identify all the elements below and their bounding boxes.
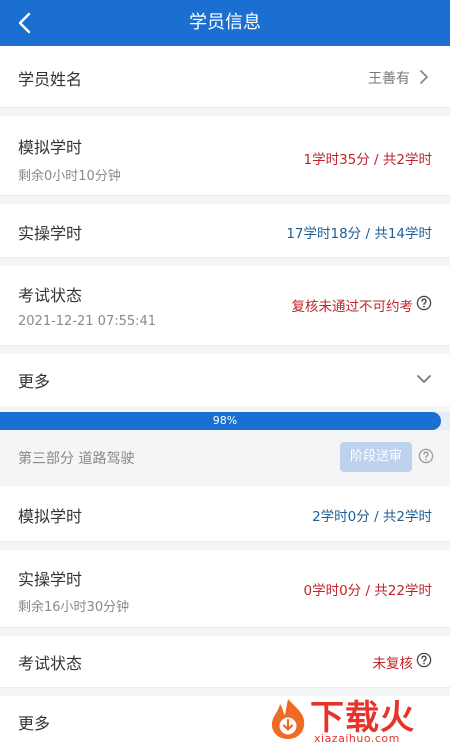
exam-status-value: 复核未通过不可约考 (291, 299, 414, 315)
practical-hours-remaining-2: 剩余16小时30分钟 (18, 600, 130, 615)
exam-status-row-2: 考试状态 未复核 (0, 636, 450, 688)
stage-submit-button[interactable]: 阶段送审 (340, 442, 412, 472)
exam-status-time: 2021-12-21 07:55:41 (18, 314, 157, 329)
sim-hours-label-2: 模拟学时 (18, 507, 83, 526)
page-title: 学员信息 (189, 12, 261, 33)
question-icon-2[interactable] (416, 652, 432, 668)
student-name-row[interactable]: 学员姓名 王善有 (0, 46, 450, 108)
sim-hours-row-2: 模拟学时 2学时0分 / 共2学时 (0, 486, 450, 542)
section-title: 第三部分 道路驾驶 (18, 451, 135, 467)
more-row[interactable]: 更多 (0, 354, 450, 406)
exam-status-row: 考试状态 2021-12-21 07:55:41 复核未通过不可约考 (0, 266, 450, 346)
sim-hours-value-2: 2学时0分 / 共2学时 (312, 509, 432, 525)
sim-hours-remaining: 剩余0小时10分钟 (18, 169, 121, 184)
practical-hours-row: 实操学时 17学时18分 / 共14学时 (0, 204, 450, 258)
more-label-2: 更多 (18, 714, 51, 733)
practical-hours-label: 实操学时 (18, 224, 83, 243)
practical-hours-value: 17学时18分 / 共14学时 (286, 226, 432, 242)
sim-hours-row: 模拟学时 剩余0小时10分钟 1学时35分 / 共2学时 (0, 116, 450, 196)
section-header: 第三部分 道路驾驶 阶段送审 (0, 432, 450, 482)
exam-status-label-2: 考试状态 (18, 654, 83, 673)
flame-logo-icon (271, 699, 305, 739)
progress-bar: 98% (0, 412, 450, 430)
chevron-down-icon (417, 375, 431, 383)
practical-hours-row-2: 实操学时 剩余16小时30分钟 0学时0分 / 共22学时 (0, 550, 450, 628)
student-name-value: 王善有 (368, 71, 410, 87)
student-name-label: 学员姓名 (18, 70, 83, 89)
top-bar: 学员信息 (0, 0, 450, 46)
practical-hours-value-2: 0学时0分 / 共22学时 (303, 583, 433, 599)
progress-text: 98% (212, 414, 238, 427)
exam-status-label: 考试状态 (18, 286, 83, 305)
practical-hours-label-2: 实操学时 (18, 570, 83, 589)
chevron-right-icon (420, 70, 428, 84)
exam-status-value-2: 未复核 (372, 656, 414, 672)
question-icon[interactable] (416, 295, 432, 311)
sim-hours-label: 模拟学时 (18, 138, 83, 157)
help-icon[interactable] (418, 448, 434, 464)
sim-hours-value: 1学时35分 / 共2学时 (303, 152, 433, 168)
watermark-logo: 下载火 xiazaihuo.com (262, 690, 450, 750)
more-label: 更多 (18, 372, 51, 391)
watermark-url: xiazaihuo.com (314, 732, 400, 745)
